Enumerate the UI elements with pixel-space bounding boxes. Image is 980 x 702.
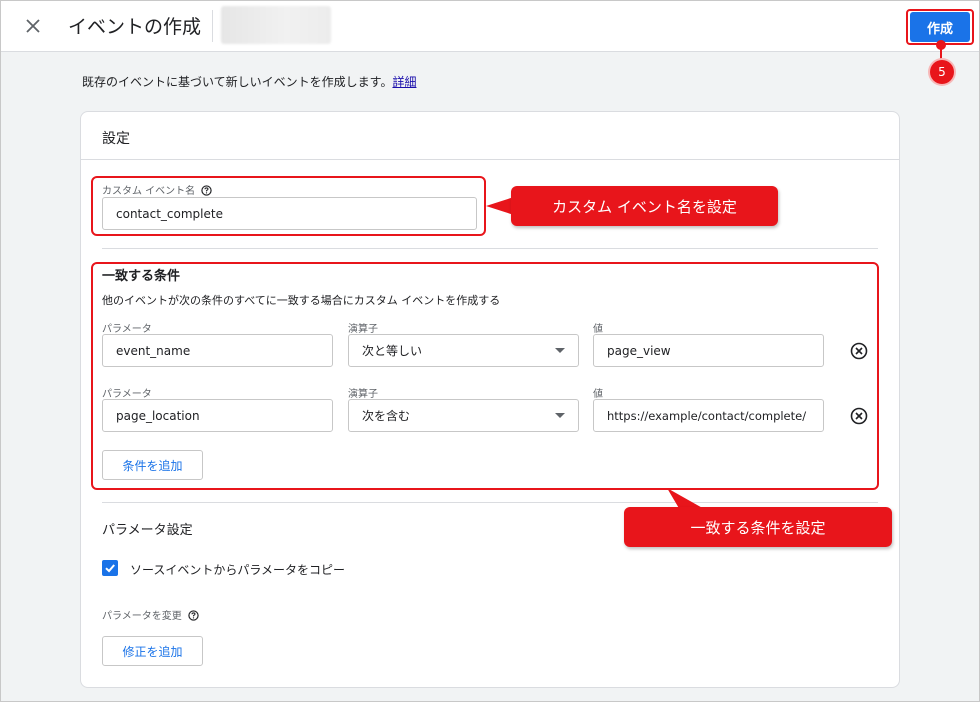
copy-params-label: ソースイベントからパラメータをコピー [130,563,346,577]
param-settings-title: パラメータ設定 [102,523,193,538]
modify-params-label: パラメータを変更 [102,607,199,622]
section-divider [102,248,878,249]
close-icon [26,19,40,33]
copy-params-checkbox[interactable] [102,560,118,576]
modify-params-label-text: パラメータを変更 [102,611,182,622]
card-title: 設定 [102,131,130,147]
card-divider [81,159,899,160]
step-connector-dot [936,40,946,50]
page-description: 既存のイベントに基づいて新しいイベントを作成します。詳細 [82,73,416,90]
top-app-bar: イベントの作成 作成 [0,0,980,52]
event-name-highlight [91,176,486,236]
checkmark-icon [105,564,115,573]
add-modification-button[interactable]: 修正を追加 [102,636,203,666]
callout-conditions: 一致する条件を設定 [624,507,892,547]
step-badge: 5 [930,60,954,84]
description-text: 既存のイベントに基づいて新しいイベントを作成します。 [82,75,393,89]
section-divider [102,502,878,503]
callout-event-name: カスタム イベント名を設定 [511,186,778,226]
learn-more-link[interactable]: 詳細 [392,75,416,89]
help-icon[interactable] [188,610,199,621]
page-title: イベントの作成 [68,16,202,38]
close-button[interactable] [20,13,46,39]
conditions-highlight [91,262,879,490]
title-divider [212,10,213,42]
blurred-property-name [221,6,331,44]
callout-pointer-left [486,197,514,215]
